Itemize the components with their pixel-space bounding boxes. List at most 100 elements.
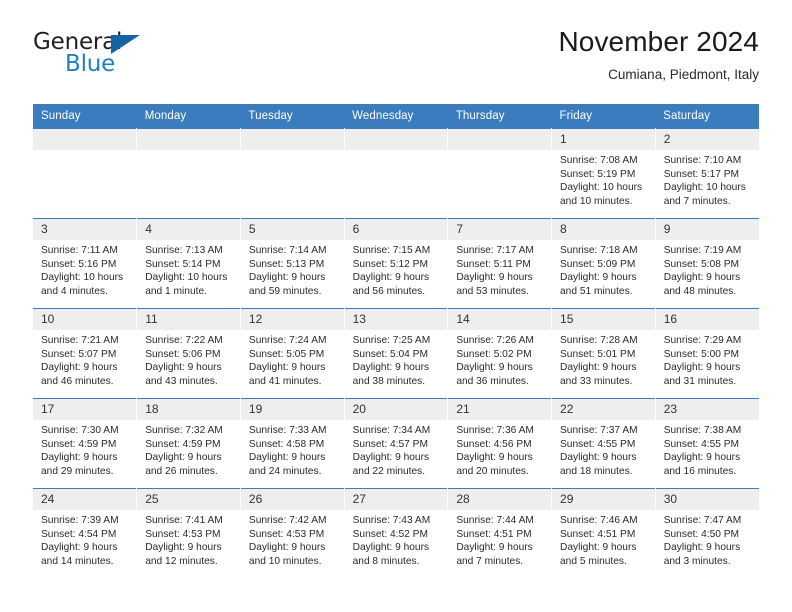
day-details: Sunrise: 7:46 AM Sunset: 4:51 PM Daylight:… [552, 510, 655, 568]
daylight-text: Daylight: 9 hours and 29 minutes. [41, 452, 118, 477]
daylight-text: Daylight: 10 hours and 4 minutes. [41, 272, 124, 297]
calendar-day-cell[interactable]: 14 Sunrise: 7:26 AM Sunset: 5:02 PM Dayligh… [447, 308, 553, 399]
sunset-text: Sunset: 4:57 PM [352, 438, 428, 450]
calendar-day-cell[interactable]: 15 Sunrise: 7:28 AM Sunset: 5:01 PM Dayligh… [551, 308, 656, 399]
day-details: Sunrise: 7:11 AM Sunset: 5:16 PM Daylight:… [33, 240, 136, 298]
sunrise-text: Sunrise: 7:22 AM [145, 335, 223, 346]
day-details: Sunrise: 7:08 AM Sunset: 5:19 PM Daylight:… [552, 150, 655, 208]
sunrise-text: Sunrise: 7:13 AM [145, 245, 223, 256]
sunset-text: Sunset: 4:51 PM [560, 528, 636, 540]
day-details: Sunrise: 7:18 AM Sunset: 5:09 PM Daylight:… [552, 240, 655, 298]
day-number: 5 [240, 219, 344, 240]
sunrise-text: Sunrise: 7:37 AM [560, 425, 638, 436]
calendar-day-cell[interactable]: 30 Sunrise: 7:47 AM Sunset: 4:50 PM Dayligh… [655, 488, 759, 578]
calendar-day-cell[interactable]: 29 Sunrise: 7:46 AM Sunset: 4:51 PM Dayligh… [551, 488, 656, 578]
day-details: Sunrise: 7:42 AM Sunset: 4:53 PM Daylight:… [241, 510, 344, 568]
calendar-day-cell[interactable]: 27 Sunrise: 7:43 AM Sunset: 4:52 PM Dayligh… [344, 488, 449, 578]
calendar-day-cell[interactable]: 25 Sunrise: 7:41 AM Sunset: 4:53 PM Dayligh… [136, 488, 241, 578]
weekday-header-thursday: Thursday [447, 104, 552, 129]
calendar-day-cell[interactable]: 24 Sunrise: 7:39 AM Sunset: 4:54 PM Dayligh… [33, 488, 138, 578]
title-block: November 2024 Cumiana, Piedmont, Italy [558, 25, 759, 85]
calendar-day-cell[interactable]: 4 Sunrise: 7:13 AM Sunset: 5:14 PM Daylight… [136, 218, 241, 309]
calendar-day-cell[interactable]: 1 Sunrise: 7:08 AM Sunset: 5:19 PM Daylight… [551, 128, 656, 219]
sunset-text: Sunset: 5:02 PM [456, 348, 532, 360]
weekday-header-friday: Friday [551, 104, 656, 129]
daylight-text: Daylight: 9 hours and 43 minutes. [145, 362, 222, 387]
day-details: Sunrise: 7:41 AM Sunset: 4:53 PM Daylight:… [137, 510, 240, 568]
calendar-day-cell[interactable]: 13 Sunrise: 7:25 AM Sunset: 5:04 PM Dayligh… [344, 308, 449, 399]
day-number: 6 [344, 219, 448, 240]
calendar-cell-empty [136, 128, 241, 219]
daylight-text: Daylight: 10 hours and 7 minutes. [663, 182, 746, 207]
daylight-text: Daylight: 9 hours and 31 minutes. [663, 362, 741, 387]
calendar-day-cell[interactable]: 23 Sunrise: 7:38 AM Sunset: 4:55 PM Dayligh… [655, 398, 759, 489]
day-number: 17 [33, 399, 137, 420]
calendar-day-cell[interactable]: 26 Sunrise: 7:42 AM Sunset: 4:53 PM Dayligh… [240, 488, 345, 578]
calendar-day-cell[interactable]: 18 Sunrise: 7:32 AM Sunset: 4:59 PM Dayligh… [136, 398, 241, 489]
calendar-day-cell[interactable]: 16 Sunrise: 7:29 AM Sunset: 5:00 PM Dayligh… [655, 308, 759, 399]
sunset-text: Sunset: 5:09 PM [560, 258, 636, 270]
sunset-text: Sunset: 5:07 PM [41, 348, 117, 360]
calendar-day-cell[interactable]: 21 Sunrise: 7:36 AM Sunset: 4:56 PM Dayligh… [447, 398, 553, 489]
sunset-text: Sunset: 5:12 PM [352, 258, 428, 270]
calendar-day-cell[interactable]: 11 Sunrise: 7:22 AM Sunset: 5:06 PM Dayligh… [136, 308, 241, 399]
day-details: Sunrise: 7:13 AM Sunset: 5:14 PM Daylight:… [137, 240, 240, 298]
daylight-text: Daylight: 10 hours and 1 minute. [145, 272, 228, 297]
day-number: 9 [655, 219, 759, 240]
daylight-text: Daylight: 9 hours and 48 minutes. [663, 272, 741, 297]
day-number: 12 [240, 309, 344, 330]
day-number: 1 [552, 129, 655, 150]
daylight-text: Daylight: 9 hours and 59 minutes. [248, 272, 326, 297]
day-number: 22 [552, 399, 655, 420]
day-number [137, 129, 240, 150]
calendar-day-cell[interactable]: 2 Sunrise: 7:10 AM Sunset: 5:17 PM Daylight… [655, 128, 759, 219]
daylight-text: Daylight: 9 hours and 12 minutes. [145, 542, 222, 567]
sunset-text: Sunset: 4:51 PM [456, 528, 532, 540]
sunrise-text: Sunrise: 7:25 AM [352, 335, 431, 346]
calendar-day-cell[interactable]: 20 Sunrise: 7:34 AM Sunset: 4:57 PM Dayligh… [344, 398, 449, 489]
calendar-day-cell[interactable]: 7 Sunrise: 7:17 AM Sunset: 5:11 PM Daylight… [447, 218, 553, 309]
day-details: Sunrise: 7:34 AM Sunset: 4:57 PM Daylight:… [345, 420, 448, 478]
calendar-day-cell[interactable]: 6 Sunrise: 7:15 AM Sunset: 5:12 PM Daylight… [344, 218, 449, 309]
calendar-day-cell[interactable]: 9 Sunrise: 7:19 AM Sunset: 5:08 PM Daylight… [655, 218, 759, 309]
calendar-day-cell[interactable]: 12 Sunrise: 7:24 AM Sunset: 5:05 PM Dayligh… [240, 308, 345, 399]
day-details: Sunrise: 7:10 AM Sunset: 5:17 PM Daylight:… [656, 150, 759, 208]
sunset-text: Sunset: 4:50 PM [663, 528, 740, 540]
sunrise-text: Sunrise: 7:24 AM [248, 335, 327, 346]
day-number: 24 [33, 489, 137, 510]
day-details: Sunrise: 7:39 AM Sunset: 4:54 PM Daylight:… [33, 510, 136, 568]
sunset-text: Sunset: 4:55 PM [560, 438, 636, 450]
sunrise-text: Sunrise: 7:41 AM [145, 515, 223, 526]
calendar-day-cell[interactable]: 10 Sunrise: 7:21 AM Sunset: 5:07 PM Dayligh… [33, 308, 138, 399]
sunset-text: Sunset: 4:52 PM [352, 528, 428, 540]
sunrise-text: Sunrise: 7:08 AM [560, 155, 638, 166]
day-details: Sunrise: 7:17 AM Sunset: 5:11 PM Daylight:… [448, 240, 551, 298]
calendar-day-cell[interactable]: 3 Sunrise: 7:11 AM Sunset: 5:16 PM Daylight… [33, 218, 138, 309]
calendar-day-cell[interactable]: 28 Sunrise: 7:44 AM Sunset: 4:51 PM Dayligh… [447, 488, 553, 578]
sunrise-text: Sunrise: 7:33 AM [248, 425, 327, 436]
sunrise-text: Sunrise: 7:42 AM [248, 515, 327, 526]
sunrise-text: Sunrise: 7:26 AM [456, 335, 534, 346]
sunrise-text: Sunrise: 7:28 AM [560, 335, 638, 346]
calendar-week-row: 17 Sunrise: 7:30 AM Sunset: 4:59 PM Dayligh… [33, 398, 759, 489]
calendar-day-cell[interactable]: 8 Sunrise: 7:18 AM Sunset: 5:09 PM Daylight… [551, 218, 656, 309]
calendar-week-row: 3 Sunrise: 7:11 AM Sunset: 5:16 PM Daylight… [33, 218, 759, 309]
daylight-text: Daylight: 9 hours and 24 minutes. [248, 452, 326, 477]
day-details: Sunrise: 7:44 AM Sunset: 4:51 PM Daylight:… [448, 510, 551, 568]
day-number: 13 [344, 309, 448, 330]
sunrise-text: Sunrise: 7:21 AM [41, 335, 119, 346]
sunrise-text: Sunrise: 7:19 AM [663, 245, 742, 256]
day-details: Sunrise: 7:22 AM Sunset: 5:06 PM Daylight:… [137, 330, 240, 388]
daylight-text: Daylight: 9 hours and 41 minutes. [248, 362, 326, 387]
calendar-day-cell[interactable]: 5 Sunrise: 7:14 AM Sunset: 5:13 PM Daylight… [240, 218, 345, 309]
calendar-day-cell[interactable]: 17 Sunrise: 7:30 AM Sunset: 4:59 PM Dayligh… [33, 398, 138, 489]
calendar-day-cell[interactable]: 22 Sunrise: 7:37 AM Sunset: 4:55 PM Dayligh… [551, 398, 656, 489]
day-number: 14 [448, 309, 552, 330]
general-blue-logo[interactable]: General Blue [33, 25, 153, 81]
day-number [344, 129, 448, 150]
calendar-day-cell[interactable]: 19 Sunrise: 7:33 AM Sunset: 4:58 PM Dayligh… [240, 398, 345, 489]
calendar-cell-empty [33, 128, 138, 219]
day-number: 19 [240, 399, 344, 420]
day-details: Sunrise: 7:24 AM Sunset: 5:05 PM Daylight:… [241, 330, 344, 388]
day-number: 15 [552, 309, 655, 330]
